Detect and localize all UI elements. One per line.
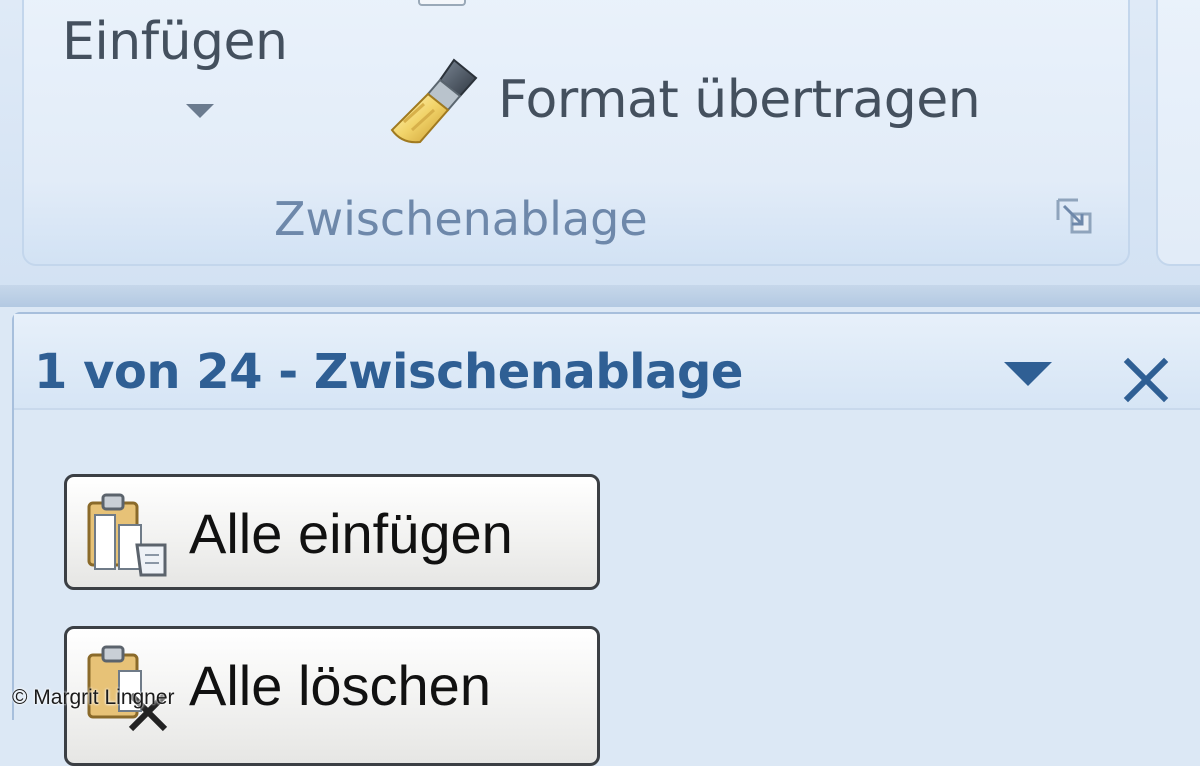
ribbon-separator (0, 285, 1200, 307)
format-painter-button[interactable]: Format übertragen (498, 70, 981, 130)
task-pane-header: 1 von 24 - Zwischenablage (14, 314, 1200, 410)
paste-all-button[interactable]: Alle einfügen (64, 474, 600, 590)
next-ribbon-group (1156, 0, 1200, 266)
chevron-down-icon[interactable] (186, 104, 214, 118)
task-pane-title: 1 von 24 - Zwischenablage (34, 344, 743, 400)
cut-icon[interactable] (418, 0, 466, 6)
paintbrush-icon[interactable] (384, 52, 484, 148)
clipboard-task-pane: 1 von 24 - Zwischenablage Alle einfügen … (12, 312, 1200, 766)
clipboard-paste-icon (87, 493, 167, 577)
dropdown-triangle-icon[interactable] (1004, 362, 1052, 386)
clipboard-delete-icon (87, 645, 168, 732)
copyright-watermark: © Margrit Lingner (12, 686, 175, 709)
ribbon: Einfügen Format übertragen Zwischenablag… (0, 0, 1200, 285)
paste-button[interactable]: Einfügen (62, 12, 288, 72)
dialog-launcher-icon[interactable] (1054, 196, 1094, 236)
paste-all-label: Alle einfügen (189, 502, 513, 565)
delete-all-label: Alle löschen (189, 654, 491, 717)
ribbon-group-label: Zwischenablage (274, 192, 648, 246)
close-icon[interactable] (1120, 354, 1172, 406)
